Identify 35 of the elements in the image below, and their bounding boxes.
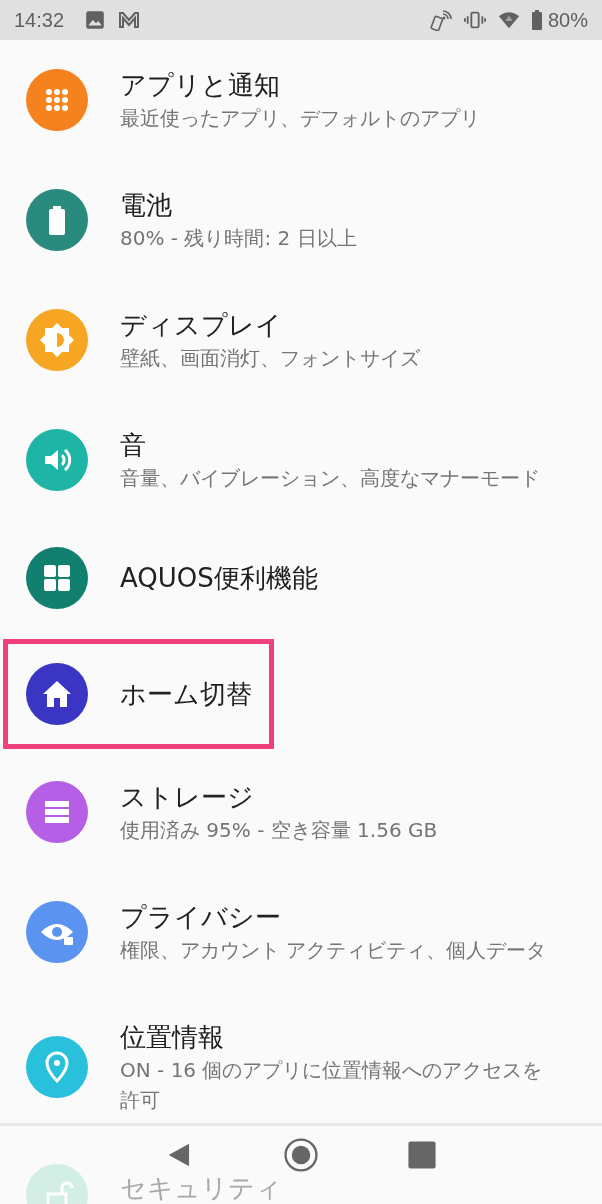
- setting-title: ストレージ: [120, 781, 255, 814]
- settings-item[interactable]: プライバシー 権限、アカウント アクティビティ、個人データ: [0, 872, 602, 992]
- home-icon[interactable]: [284, 1138, 318, 1172]
- setting-title: ホーム切替: [120, 678, 252, 711]
- setting-summary: 最近使ったアプリ、デフォルトのアプリ: [120, 105, 480, 132]
- setting-title: ディスプレイ: [120, 309, 283, 342]
- settings-item[interactable]: ストレージ 使用済み 95% - 空き容量 1.56 GB: [0, 752, 602, 872]
- clock: 14:32: [14, 8, 65, 32]
- setting-title: プライバシー: [120, 901, 282, 934]
- setting-summary: 使用済み 95% - 空き容量 1.56 GB: [120, 817, 438, 844]
- setting-summary: 壁紙、画面消灯、フォントサイズ: [120, 345, 420, 372]
- wifi-icon: [497, 9, 520, 31]
- settings-item[interactable]: 音 音量、バイブレーション、高度なマナーモード: [0, 400, 602, 520]
- settings-item[interactable]: 電池 80% - 残り時間: 2 日以上: [0, 160, 602, 280]
- settings-item[interactable]: ディスプレイ 壁紙、画面消灯、フォントサイズ: [0, 280, 602, 400]
- mail-icon: [118, 9, 141, 31]
- phone-signal-icon: [429, 9, 452, 31]
- vibrate-icon: [463, 9, 486, 31]
- setting-summary: 権限、アカウント アクティビティ、個人データ: [120, 937, 547, 964]
- setting-title: 音: [120, 429, 147, 462]
- settings-item[interactable]: アプリと通知 最近使ったアプリ、デフォルトのアプリ: [0, 40, 602, 160]
- image-icon: [84, 9, 107, 31]
- settings-item[interactable]: 位置情報 ON - 16 個のアプリに位置情報へのアクセスを許可: [0, 992, 602, 1142]
- setting-summary: 80% - 残り時間: 2 日以上: [120, 225, 357, 252]
- battery-percentage: 80%: [547, 8, 588, 32]
- settings-item[interactable]: AQUOS便利機能: [0, 520, 602, 636]
- setting-title: セキュリティ: [120, 1172, 282, 1204]
- setting-title: 位置情報: [120, 1021, 225, 1054]
- setting-title: アプリと通知: [120, 69, 281, 102]
- setting-title: 電池: [120, 189, 173, 222]
- setting-summary: ON - 16 個のアプリに位置情報へのアクセスを許可: [120, 1057, 544, 1114]
- setting-title: AQUOS便利機能: [120, 562, 318, 595]
- battery-icon: [531, 10, 542, 30]
- setting-summary: 音量、バイブレーション、高度なマナーモード: [120, 465, 540, 492]
- settings-item[interactable]: ホーム切替: [0, 636, 277, 752]
